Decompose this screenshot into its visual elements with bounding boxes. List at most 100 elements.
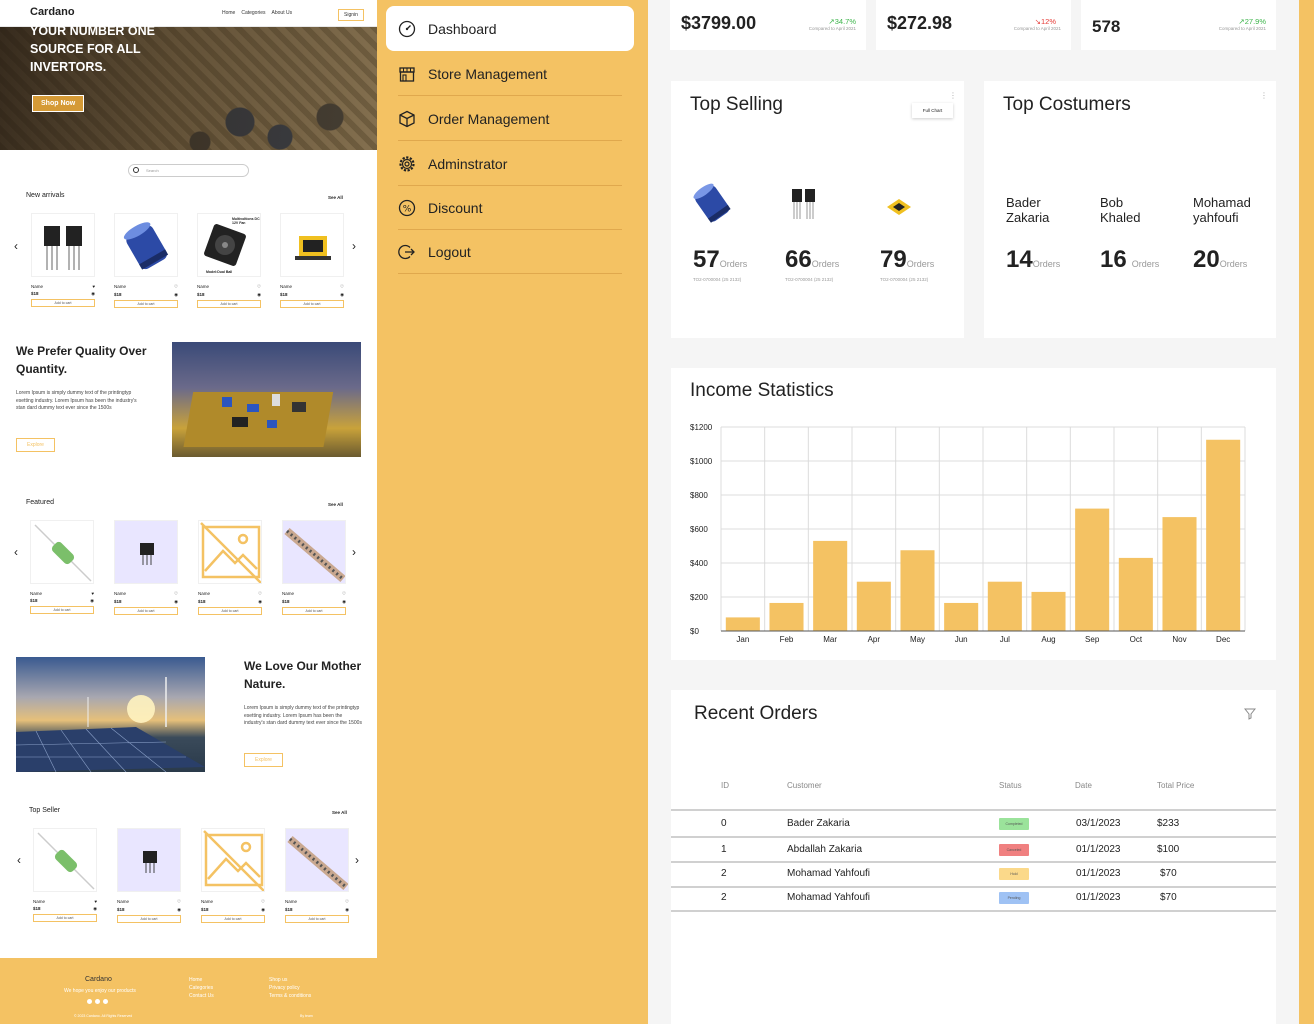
table-row[interactable]: 2 Mohamad Yahfoufi Pending 01/1/2023 $70 (671, 887, 1276, 911)
col-header-id[interactable]: ID (721, 781, 729, 790)
sidebar-item-logout[interactable]: Logout (386, 229, 634, 274)
heart-icon[interactable]: ♡ (257, 284, 261, 290)
stat-value: $3799.00 (681, 13, 757, 33)
sidebar-item-dashboard[interactable]: Dashboard (386, 6, 634, 51)
eye-icon[interactable]: ◉ (177, 907, 181, 913)
add-to-cart-button[interactable]: Add to cart (280, 300, 344, 308)
col-header-total-price[interactable]: Total Price (1157, 781, 1194, 790)
eye-icon[interactable]: ◉ (174, 292, 178, 298)
see-all-link[interactable]: See All (332, 810, 347, 815)
full-chart-button[interactable]: Full Chart (912, 103, 953, 118)
heart-icon[interactable]: ♡ (261, 899, 265, 905)
see-all-link[interactable]: See All (328, 502, 343, 507)
nav-link-categories[interactable]: Categories (241, 10, 265, 16)
heart-filled-icon[interactable]: ♥ (91, 591, 94, 596)
table-row[interactable]: 1 Abdallah Zakaria Canceled 01/1/2023 $1… (671, 838, 1276, 862)
eye-icon[interactable]: ◉ (90, 598, 94, 604)
carousel-next-icon[interactable]: › (352, 545, 356, 559)
col-header-date[interactable]: Date (1075, 781, 1092, 790)
add-to-cart-button[interactable]: Add to cart (117, 915, 181, 923)
heart-icon[interactable]: ♡ (177, 899, 181, 905)
product-card[interactable]: Name ♡ $18 ◉ Add to cart (282, 520, 346, 615)
heart-filled-icon[interactable]: ♥ (94, 899, 97, 904)
product-card[interactable]: Name ♥ $18 ◉ Add to cart (31, 213, 95, 308)
carousel-prev-icon[interactable]: ‹ (14, 545, 18, 559)
sidebar-item-order-management[interactable]: Order Management (386, 96, 634, 141)
add-to-cart-button[interactable]: Add to cart (30, 606, 94, 614)
instagram-icon[interactable] (95, 999, 100, 1004)
heart-icon[interactable]: ♡ (340, 284, 344, 290)
facebook-icon[interactable] (87, 999, 92, 1004)
heart-icon[interactable]: ♡ (174, 591, 178, 597)
product-card[interactable]: Name ♥ $18 ◉ Add to cart (30, 520, 94, 615)
product-card[interactable]: Name ♡ $18 ◉ Add to cart (285, 828, 349, 923)
explore-button[interactable]: Explore (16, 438, 55, 452)
footer-link-shop[interactable]: Shop us (269, 976, 311, 984)
sidebar-item-administrator[interactable]: Adminstrator (386, 141, 634, 186)
eye-icon[interactable]: ◉ (174, 599, 178, 605)
footer-link-terms[interactable]: Terms & conditions (269, 992, 311, 1000)
eye-icon[interactable]: ◉ (345, 907, 349, 913)
eye-icon[interactable]: ◉ (340, 292, 344, 298)
add-to-cart-button[interactable]: Add to cart (31, 299, 95, 307)
product-price: $18 (282, 599, 290, 604)
eye-icon[interactable]: ◉ (91, 291, 95, 297)
add-to-cart-button[interactable]: Add to cart (285, 915, 349, 923)
table-row[interactable]: 2 Mohamad Yahfoufi Hold 01/1/2023 $70 (671, 863, 1276, 887)
add-to-cart-button[interactable]: Add to cart (114, 607, 178, 615)
product-card[interactable]: Name ♡ $18 ◉ Add to cart (114, 520, 178, 615)
heart-icon[interactable]: ♡ (258, 591, 262, 597)
see-all-link[interactable]: See All (328, 195, 343, 200)
add-to-cart-button[interactable]: Add to cart (33, 914, 97, 922)
table-row[interactable]: 0 Bader Zakaria Completed 03/1/2023 $233 (671, 812, 1276, 836)
store-logo[interactable]: Cardano (30, 6, 75, 18)
customer-last-name: Zakaria (1006, 210, 1050, 225)
store-search-input[interactable]: Search (128, 164, 249, 177)
nav-link-home[interactable]: Home (222, 10, 235, 16)
product-card[interactable]: Name ♡ $18 ◉ Add to cart (117, 828, 181, 923)
eye-icon[interactable]: ◉ (257, 292, 261, 298)
heart-icon[interactable]: ♡ (174, 284, 178, 290)
more-options-icon[interactable]: ⋮ (949, 91, 957, 100)
product-card[interactable]: Name ♡ $18 ◉ Add to cart (201, 828, 265, 923)
explore-button[interactable]: Explore (244, 753, 283, 767)
sidebar-item-discount[interactable]: % Discount (386, 185, 634, 230)
more-options-icon[interactable]: ⋮ (1260, 91, 1268, 100)
shop-now-button[interactable]: Shop Now (32, 95, 85, 112)
product-card[interactable]: Name ♡ $18 ◉ Add to cart (114, 213, 178, 308)
footer-link-contact[interactable]: Contact Us (189, 992, 214, 1000)
add-to-cart-button[interactable]: Add to cart (197, 300, 261, 308)
x-tick-label: May (910, 635, 925, 644)
add-to-cart-button[interactable]: Add to cart (198, 607, 262, 615)
sidebar-item-store-management[interactable]: Store Management (386, 51, 634, 96)
heart-icon[interactable]: ♡ (342, 591, 346, 597)
product-card[interactable]: Name ♡ $18 ◉ Add to cart (280, 213, 344, 308)
footer-link-home[interactable]: Home (189, 976, 214, 984)
carousel-next-icon[interactable]: › (352, 239, 356, 253)
cell-customer: Mohamad Yahfoufi (787, 892, 871, 903)
product-card[interactable]: Multivoltions DC 12V Fan Model:Dual Ball… (197, 213, 261, 308)
heart-icon[interactable]: ♡ (345, 899, 349, 905)
eye-icon[interactable]: ◉ (93, 906, 97, 912)
nav-link-about[interactable]: About Us (272, 10, 293, 16)
eye-icon[interactable]: ◉ (258, 599, 262, 605)
add-to-cart-button[interactable]: Add to cart (282, 607, 346, 615)
carousel-next-icon[interactable]: › (355, 853, 359, 867)
customer-last-name: yahfoufi (1193, 210, 1239, 225)
col-header-status[interactable]: Status (999, 781, 1022, 790)
add-to-cart-button[interactable]: Add to cart (201, 915, 265, 923)
twitter-icon[interactable] (103, 999, 108, 1004)
heart-filled-icon[interactable]: ♥ (92, 284, 95, 289)
signin-button[interactable]: Signin (338, 9, 364, 21)
carousel-prev-icon[interactable]: ‹ (17, 853, 21, 867)
product-card[interactable]: Name ♡ $18 ◉ Add to cart (198, 520, 262, 615)
add-to-cart-button[interactable]: Add to cart (114, 300, 178, 308)
carousel-prev-icon[interactable]: ‹ (14, 239, 18, 253)
filter-icon[interactable] (1244, 708, 1256, 720)
eye-icon[interactable]: ◉ (342, 599, 346, 605)
footer-link-privacy[interactable]: Privacy policy (269, 984, 311, 992)
col-header-customer[interactable]: Customer (787, 781, 822, 790)
footer-link-categories[interactable]: Categories (189, 984, 214, 992)
product-card[interactable]: Name ♥ $18 ◉ Add to cart (33, 828, 97, 923)
eye-icon[interactable]: ◉ (261, 907, 265, 913)
